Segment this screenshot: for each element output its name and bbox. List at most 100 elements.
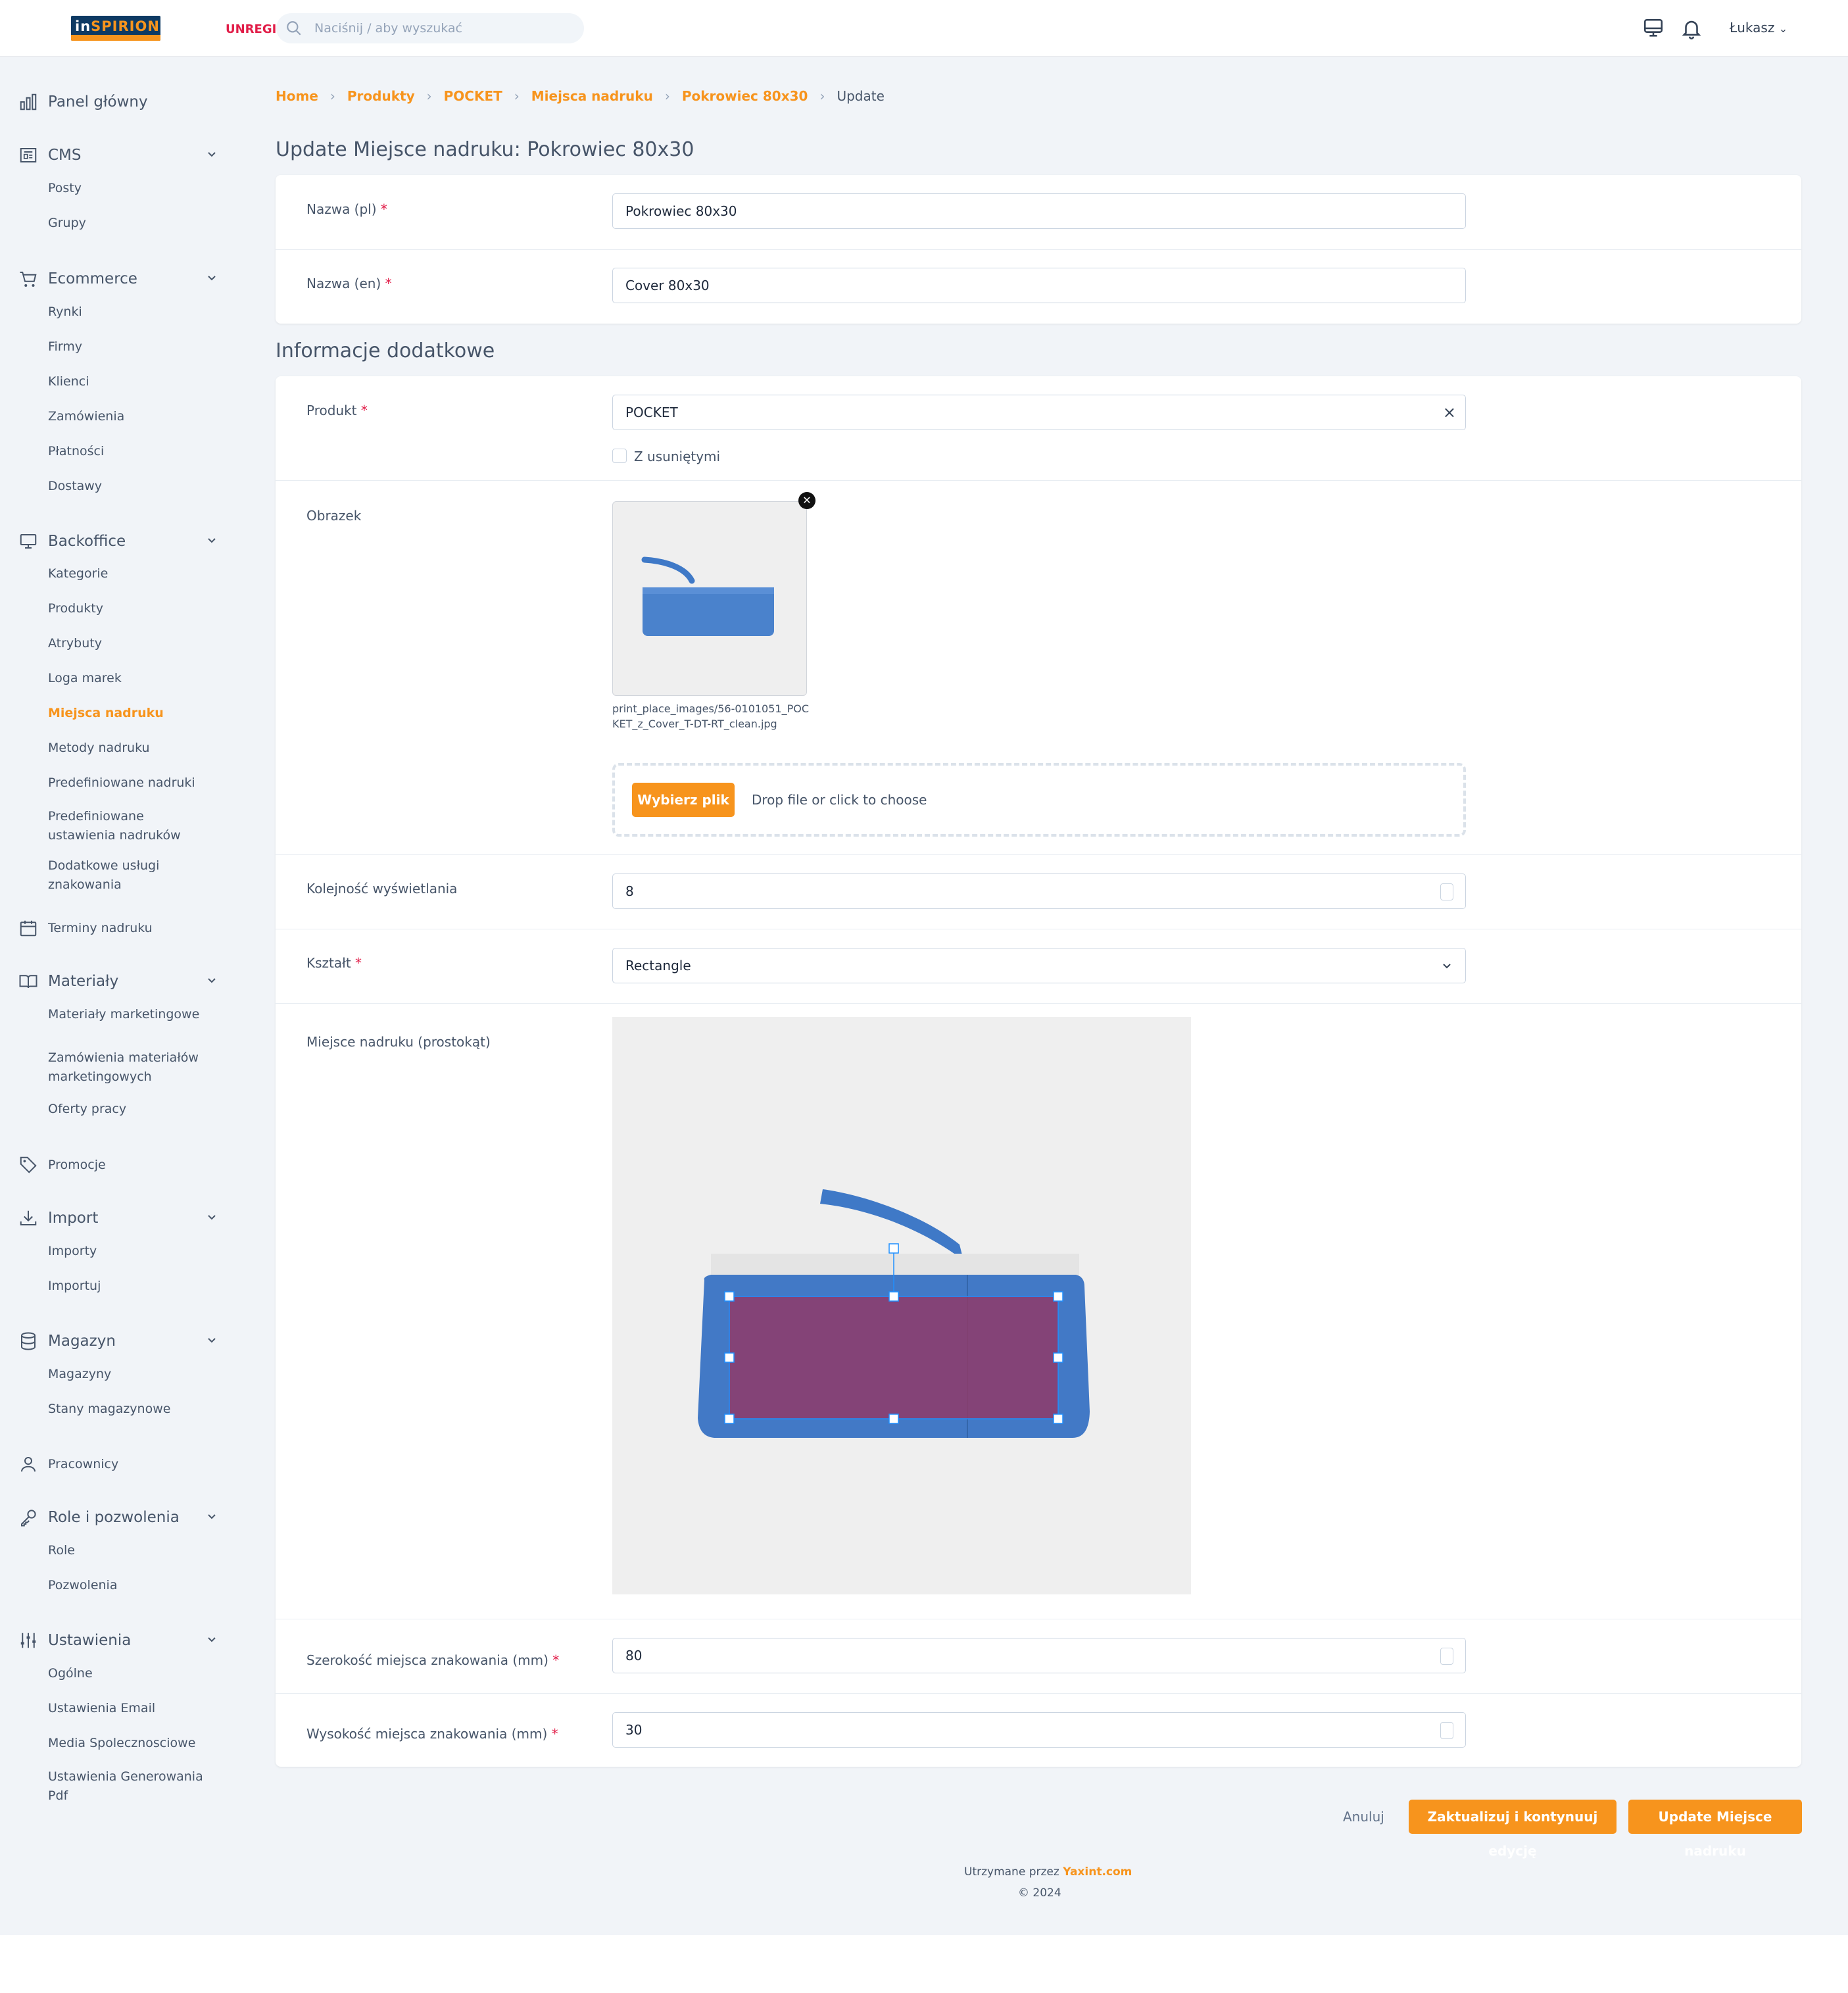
resize-handle[interactable] — [724, 1352, 735, 1363]
sidebar-item-dodatkowe-uslugi[interactable]: Dodatkowe usługi znakowania — [48, 856, 186, 895]
update-button[interactable]: Update Miejsce nadruku — [1628, 1800, 1802, 1859]
remove-image-icon[interactable]: ✕ — [798, 492, 815, 509]
breadcrumb-pocket[interactable]: POCKET — [444, 88, 502, 104]
sidebar-item-metody-nadruku[interactable]: Metody nadruku — [48, 739, 219, 758]
sidebar-section-ecommerce[interactable]: Ecommerce — [18, 265, 222, 291]
chevron-down-icon — [1443, 964, 1451, 969]
calendar-icon — [20, 920, 37, 937]
sidebar-item-miejsca-nadruku[interactable]: Miejsca nadruku — [48, 704, 219, 723]
print-area-label: Miejsce nadruku (prostokąt) — [306, 1034, 491, 1050]
footer-maintained: Utrzymane przez Yaxint.com — [964, 1865, 1132, 1879]
sidebar-section-ustawienia[interactable]: Ustawienia — [18, 1627, 222, 1653]
sidebar-item-grupy[interactable]: Grupy — [48, 214, 219, 233]
rotate-handle[interactable] — [888, 1243, 899, 1254]
chevron-down-icon — [208, 276, 216, 281]
image-thumbnail — [612, 501, 807, 696]
breadcrumb-produkty[interactable]: Produkty — [347, 88, 415, 104]
sidebar-item-rynki[interactable]: Rynki — [48, 303, 219, 322]
sidebar-item-role[interactable]: Role — [48, 1541, 219, 1560]
sidebar-section-magazyn[interactable]: Magazyn — [18, 1327, 222, 1354]
breadcrumb-pokrowiec[interactable]: Pokrowiec 80x30 — [682, 88, 808, 104]
breadcrumb-miejsca-nadruku[interactable]: Miejsca nadruku — [531, 88, 653, 104]
resize-handle[interactable] — [1053, 1291, 1063, 1302]
product-select[interactable]: POCKET × — [612, 395, 1466, 430]
shape-select[interactable]: Rectangle — [612, 948, 1466, 983]
sidebar-item-predefiniowane-ustawienia[interactable]: Predefiniowane ustawienia nadruków — [48, 807, 199, 845]
sidebar-section-role[interactable]: Role i pozwolenia — [18, 1504, 222, 1530]
user-menu[interactable]: Łukasz ⌄ — [1730, 20, 1787, 36]
print-area-rectangle[interactable] — [729, 1296, 1058, 1419]
print-area-editor[interactable] — [612, 1017, 1191, 1594]
sidebar-section-import[interactable]: Import — [18, 1204, 222, 1231]
sidebar-item-klienci[interactable]: Klienci — [48, 372, 219, 391]
sidebar-label: Promocje — [48, 1158, 106, 1172]
file-dropzone[interactable]: Wybierz plik Drop file or click to choos… — [612, 763, 1466, 837]
chevron-down-icon — [208, 1338, 216, 1343]
image-filename: print_place_images/56-0101051_POCKET_z_C… — [612, 702, 810, 730]
width-input[interactable]: 80 — [612, 1638, 1466, 1673]
name-en-label: Nazwa (en) * — [306, 276, 392, 291]
bell-icon[interactable] — [1680, 17, 1703, 39]
search-placeholder: Naciśnij / aby wyszukać — [314, 21, 463, 36]
sidebar-item-ustawienia-pdf[interactable]: Ustawienia Generowania Pdf — [48, 1767, 212, 1806]
choose-file-button[interactable]: Wybierz plik — [632, 783, 735, 817]
resize-handle[interactable] — [888, 1414, 899, 1424]
sidebar-item-produkty[interactable]: Produkty — [48, 599, 219, 618]
sidebar-item-panel[interactable]: Panel główny — [18, 88, 222, 114]
sidebar-item-zamowienia[interactable]: Zamówienia — [48, 407, 219, 426]
sidebar-section-backoffice[interactable]: Backoffice — [18, 528, 222, 554]
sidebar-item-pracownicy[interactable]: Pracownicy — [18, 1450, 222, 1477]
sidebar-item-posty[interactable]: Posty — [48, 179, 219, 198]
resize-handle[interactable] — [1053, 1352, 1063, 1363]
sidebar-item-dostawy[interactable]: Dostawy — [48, 477, 219, 496]
sidebar-item-ogolne[interactable]: Ogólne — [48, 1664, 219, 1683]
sidebar-item-pozwolenia[interactable]: Pozwolenia — [48, 1576, 219, 1595]
monitor-icon[interactable] — [1642, 17, 1665, 39]
sidebar-item-predefiniowane-nadruki[interactable]: Predefiniowane nadruki — [48, 774, 219, 793]
name-en-input[interactable]: Cover 80x30 — [612, 268, 1466, 303]
sidebar-label: CMS — [48, 147, 82, 164]
cancel-link[interactable]: Anuluj — [1343, 1809, 1384, 1825]
sidebar-item-stany-magazynowe[interactable]: Stany magazynowe — [48, 1400, 219, 1419]
sidebar-item-materialy-marketingowe[interactable]: Materiały marketingowe — [48, 1005, 219, 1024]
update-continue-button[interactable]: Zaktualizuj i kontynuuj edycję — [1409, 1800, 1617, 1859]
search-bar[interactable]: Naciśnij / aby wyszukać — [276, 13, 584, 43]
height-input[interactable]: 30 — [612, 1712, 1466, 1748]
sidebar-item-terminy[interactable]: Terminy nadruku — [18, 914, 222, 941]
desktop-icon — [20, 534, 37, 549]
clear-icon[interactable]: × — [1443, 403, 1456, 422]
sidebar-item-zamowienia-materialow[interactable]: Zamówienia materiałów marketingowych — [48, 1048, 206, 1087]
name-pl-input[interactable]: Pokrowiec 80x30 — [612, 193, 1466, 229]
resize-handle[interactable] — [1053, 1414, 1063, 1424]
sidebar-label: Panel główny — [48, 93, 148, 111]
order-input[interactable]: 8 — [612, 873, 1466, 909]
product-label: Produkt * — [306, 403, 368, 418]
chevron-down-icon: ⌄ — [1778, 22, 1788, 35]
breadcrumb-home[interactable]: Home — [276, 88, 318, 104]
sidebar-item-promocje[interactable]: Promocje — [18, 1151, 222, 1177]
sidebar-item-ustawienia-email[interactable]: Ustawienia Email — [48, 1699, 219, 1718]
sidebar-section-materialy[interactable]: Materiały — [18, 968, 222, 994]
sidebar-item-firmy[interactable]: Firmy — [48, 337, 219, 357]
sidebar-item-atrybuty[interactable]: Atrybuty — [48, 634, 219, 653]
sidebar-item-kategorie[interactable]: Kategorie — [48, 564, 219, 583]
sidebar-item-oferty-pracy[interactable]: Oferty pracy — [48, 1100, 219, 1119]
resize-handle[interactable] — [724, 1291, 735, 1302]
sidebar-item-importuj[interactable]: Importuj — [48, 1277, 219, 1296]
stepper-icon[interactable] — [1440, 1648, 1453, 1665]
sidebar-section-cms[interactable]: CMS — [18, 141, 222, 168]
order-label: Kolejność wyświetlania — [306, 881, 458, 897]
stepper-icon[interactable] — [1440, 1722, 1453, 1739]
sidebar-item-importy[interactable]: Importy — [48, 1242, 219, 1261]
sidebar-item-loga-marek[interactable]: Loga marek — [48, 669, 219, 688]
sidebar-item-magazyny[interactable]: Magazyny — [48, 1365, 219, 1384]
resize-handle[interactable] — [724, 1414, 735, 1424]
sidebar-item-media[interactable]: Media Spolecznosciowe — [48, 1734, 219, 1753]
resize-handle[interactable] — [888, 1291, 899, 1302]
stepper-icon[interactable] — [1440, 883, 1453, 900]
inspirion-logo[interactable]: inSPIRION — [71, 16, 160, 41]
sidebar-item-platnosci[interactable]: Płatności — [48, 442, 219, 461]
footer-company-link[interactable]: Yaxint.com — [1063, 1865, 1132, 1879]
with-deleted-checkbox[interactable] — [612, 449, 627, 463]
main-content: Home › Produkty › POCKET › Miejsca nadruku › Pok… — [243, 57, 1848, 1935]
